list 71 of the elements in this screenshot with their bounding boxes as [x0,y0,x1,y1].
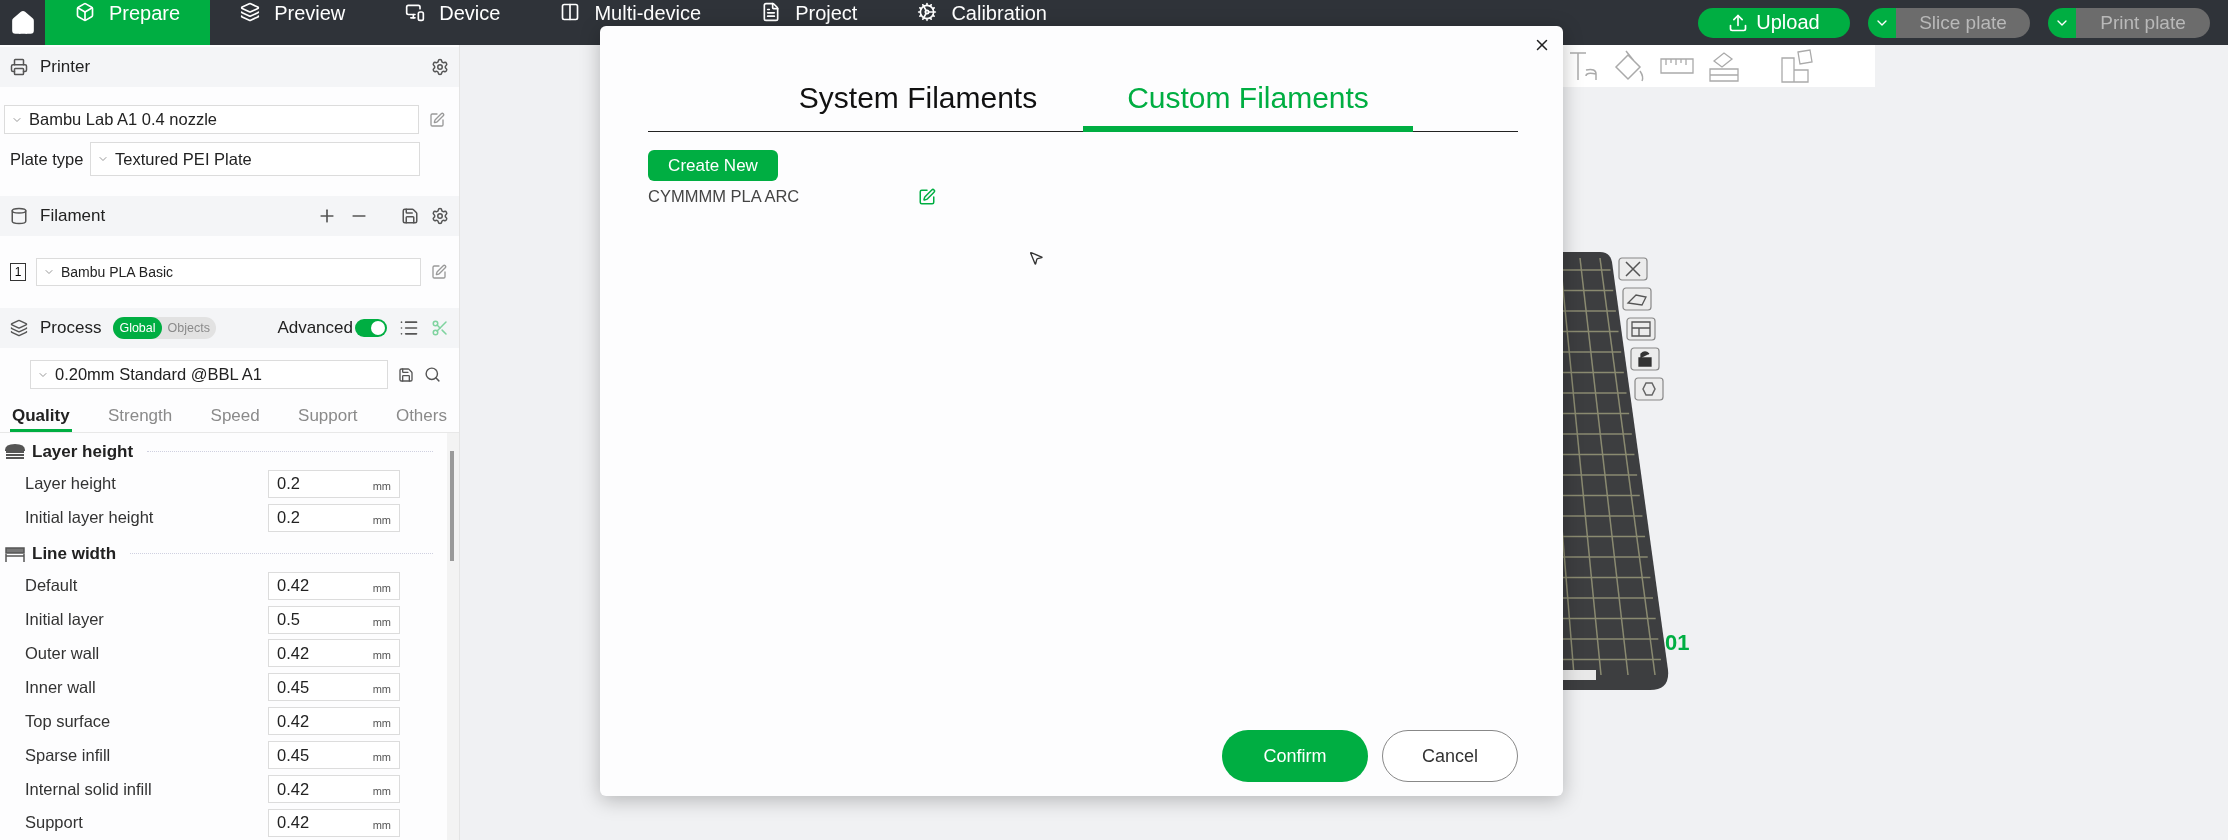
value-field[interactable]: 0.45 mm [268,673,400,702]
param-label: Initial layer height [25,508,155,528]
value-field[interactable]: 0.42 mm [268,775,400,804]
filament-name: CYMMMM PLA ARC [648,187,801,206]
value-field[interactable]: 0.42 mm [268,809,400,837]
nav-tab[interactable]: Preview [210,0,376,45]
lock-icon[interactable] [1630,347,1660,371]
value-field[interactable]: 0.42 mm [268,571,400,600]
dropdown-button[interactable] [2048,7,2076,38]
cancel-button[interactable]: Cancel [1382,730,1518,782]
settings-tab[interactable]: Speed [208,403,262,432]
param-label: Inner wall [25,677,97,697]
param-label: Initial layer [25,610,105,630]
scrollbar-thumb[interactable] [450,451,454,561]
settings-icon[interactable] [431,207,449,225]
filament-icon [10,207,28,225]
plate-icon[interactable] [1622,287,1652,311]
cube-icon [75,2,95,22]
dropdown-button[interactable] [1868,7,1896,38]
value-field[interactable]: 0.5 mm [268,605,400,634]
advanced-toggle[interactable] [355,319,387,337]
cog-icon [917,2,938,22]
process-preset-select[interactable]: 0.20mm Standard @BBL A1 [30,360,388,389]
list-icon[interactable] [399,318,419,338]
dialog-tab[interactable]: System Filaments [753,70,1083,132]
filament-index: 1 [10,263,26,281]
settings-icon[interactable] [431,58,449,76]
value-field[interactable]: 0.42 mm [268,707,400,736]
value-field[interactable]: 0.42 mm [268,639,400,668]
param-label: Sparse infill [25,745,112,765]
param-label: Internal solid infill [25,779,153,799]
edit-icon[interactable] [429,111,445,128]
printer-select[interactable]: Bambu Lab A1 0.4 nozzle [4,105,419,134]
value-field[interactable]: 0.2 mm [268,503,400,532]
value-field[interactable]: 0.45 mm [268,741,400,770]
section-title: Process [40,318,102,338]
layers-icon [240,2,261,22]
device-icon [405,2,426,22]
printer-icon [10,58,28,76]
param-label: Layer height [25,474,117,494]
settings-tab[interactable]: Quality [10,403,72,432]
param-label: Support [25,813,84,833]
plate-number: 01 [1665,630,1690,656]
filament-select[interactable]: Bambu PLA Basic [36,258,421,286]
nav-tab[interactable]: Calibration [887,0,1077,45]
group-title: Layer height [32,441,134,462]
param-label: Default [25,576,79,596]
layout-icon[interactable] [1626,317,1656,341]
search-icon[interactable] [424,366,441,383]
cursor-icon [1028,250,1044,266]
group-title: Line width [32,543,117,564]
nav-tab[interactable]: Project [731,0,888,45]
section-title: Filament [40,206,106,226]
layers-icon [10,319,28,337]
edit-icon[interactable] [431,264,447,280]
param-label: Top surface [25,711,112,731]
advanced-label: Advanced [277,318,353,338]
settings-tab[interactable]: Support [296,403,360,432]
close-icon[interactable] [1618,257,1648,281]
save-icon[interactable] [398,366,414,383]
nav-tab[interactable]: Device [375,0,531,45]
section-title: Printer [40,57,91,77]
value-field[interactable]: 0.2 mm [268,469,400,498]
param-label: Outer wall [25,643,101,663]
stack-icon [4,441,26,462]
nav-tab[interactable]: Multi-device [530,0,732,45]
upload-icon [1728,12,1749,33]
edit-icon[interactable] [918,187,936,206]
plate-type-select[interactable]: Textured PEI Plate [90,142,420,176]
columns-icon [560,2,581,22]
home-icon [9,9,36,36]
